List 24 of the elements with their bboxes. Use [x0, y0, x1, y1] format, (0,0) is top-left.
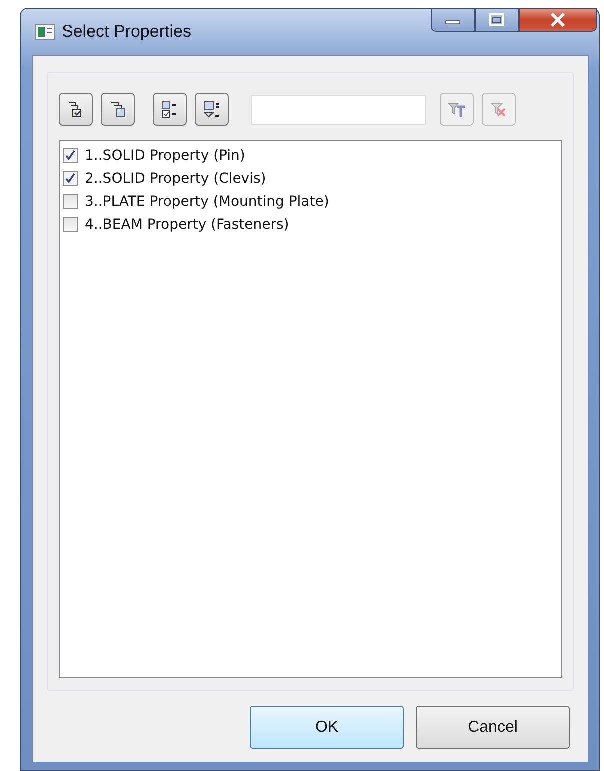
filter-field[interactable]	[251, 94, 426, 124]
close-button[interactable]	[519, 8, 597, 32]
checkbox[interactable]	[63, 148, 78, 163]
ok-button[interactable]: OK	[250, 706, 404, 749]
maximize-icon	[489, 13, 505, 27]
list-icon	[202, 100, 222, 120]
check-list-button[interactable]	[153, 93, 187, 126]
deselect-all-button[interactable]	[101, 93, 135, 126]
list-item[interactable]: 1..SOLID Property (Pin)	[85, 148, 246, 164]
checkbox[interactable]	[63, 171, 78, 186]
close-icon	[549, 13, 567, 27]
list-item[interactable]: 2..SOLID Property (Clevis)	[85, 170, 266, 186]
uncheck-list-button[interactable]	[195, 93, 229, 126]
select-all-button[interactable]	[59, 93, 93, 126]
maximize-button[interactable]	[475, 8, 519, 32]
list-item[interactable]: 3..PLATE Property (Mounting Plate)	[85, 194, 330, 210]
window-title: Select Properties	[62, 22, 192, 42]
cancel-button[interactable]: Cancel	[416, 706, 570, 749]
minimize-button[interactable]	[431, 8, 475, 32]
checkbox[interactable]	[63, 217, 78, 232]
app-icon	[35, 24, 55, 40]
checkbox[interactable]	[63, 194, 78, 209]
list-item[interactable]: 4..BEAM Property (Fasteners)	[85, 216, 290, 232]
stacked-pages-icon	[108, 100, 128, 120]
